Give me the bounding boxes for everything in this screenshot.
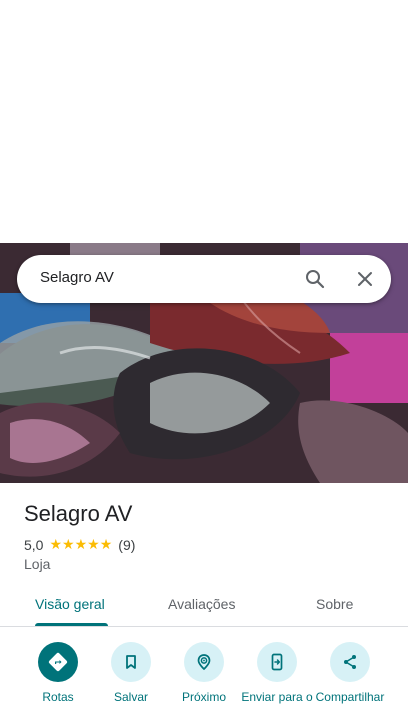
tab-bar: Visão geral Avaliações Sobre (0, 586, 408, 627)
close-icon[interactable] (353, 267, 377, 291)
star-icon: ★ (62, 537, 75, 553)
nearby-button[interactable]: Próximo (164, 642, 244, 704)
star-icon: ★ (49, 537, 63, 553)
send-to-phone-icon (257, 642, 297, 682)
directions-button[interactable]: Rotas (18, 642, 98, 704)
share-icon (330, 642, 370, 682)
place-category: Loja (24, 556, 51, 572)
rating-row[interactable]: 5,0 ★ ★ ★ ★ ★ (9) (24, 536, 135, 554)
tab-about[interactable]: Sobre (316, 596, 353, 612)
send-to-phone-button[interactable]: Enviar para o (237, 642, 317, 704)
search-icon[interactable] (303, 267, 327, 291)
place-title: Selagro AV (24, 501, 133, 526)
tab-overview[interactable]: Visão geral (35, 596, 105, 612)
search-input[interactable]: Selagro AV (40, 269, 114, 286)
rating-value: 5,0 (24, 537, 44, 553)
directions-icon (38, 642, 78, 682)
share-button[interactable]: Compartilhar (310, 642, 390, 704)
send-to-phone-label: Enviar para o (241, 690, 313, 704)
save-button[interactable]: Salvar (91, 642, 171, 704)
rating-stars: ★ ★ ★ ★ ★ (49, 538, 112, 552)
review-count: (9) (118, 537, 136, 553)
search-bar[interactable]: Selagro AV (17, 255, 391, 303)
tab-reviews[interactable]: Avaliações (168, 596, 235, 612)
active-tab-indicator (35, 623, 108, 626)
share-label: Compartilhar (315, 690, 385, 704)
star-icon: ★ (87, 537, 100, 553)
action-bar: Rotas Salvar Próximo Enviar para o Compa… (0, 642, 408, 726)
star-icon: ★ (74, 537, 88, 553)
directions-label: Rotas (42, 690, 74, 704)
map-blank-area (0, 0, 408, 243)
bookmark-icon (111, 642, 151, 682)
star-icon: ★ (99, 537, 113, 553)
nearby-label: Próximo (181, 690, 226, 704)
save-label: Salvar (113, 690, 148, 704)
nearby-icon (184, 642, 224, 682)
